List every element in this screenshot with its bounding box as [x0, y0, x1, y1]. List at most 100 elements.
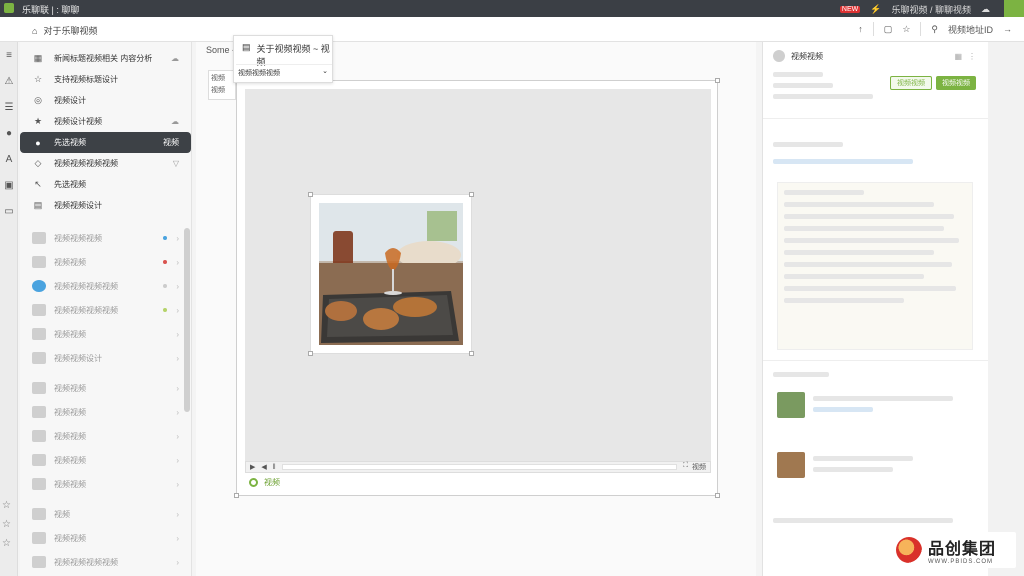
chevron-right-icon: ›	[176, 455, 179, 465]
progress-track[interactable]	[281, 464, 678, 470]
sidebar-group-item[interactable]: 视频视频 ›	[20, 322, 191, 346]
side-option-line: 视频	[211, 75, 225, 82]
drop-icon: ●	[35, 137, 41, 148]
home-icon[interactable]: ⌂	[32, 26, 37, 36]
resize-handle[interactable]	[715, 78, 720, 83]
brand-name: 品创集团	[928, 541, 997, 558]
resize-handle[interactable]	[469, 192, 474, 197]
status-row: 视频	[249, 477, 280, 488]
star-icon[interactable]: ☆	[2, 519, 11, 530]
side-option-line: 视频	[211, 87, 225, 94]
video-id-label[interactable]: 视频地址ID	[948, 23, 993, 36]
folder-icon[interactable]: ▭	[0, 198, 18, 224]
group-item-label: 视频视频	[54, 407, 86, 417]
group-item-label: 视频视频	[54, 479, 86, 489]
brand-logo-icon	[896, 537, 922, 563]
resize-handle[interactable]	[469, 351, 474, 356]
star-icon[interactable]: ☆	[902, 24, 910, 35]
more-link[interactable]	[773, 518, 979, 523]
media-label[interactable]: 视频	[692, 462, 706, 472]
star-icon[interactable]: ☆	[2, 538, 11, 549]
avatar[interactable]	[773, 50, 785, 62]
title-bar-text[interactable]: 乐聊视频 / 聊聊视频	[891, 3, 971, 16]
sidebar-group-item[interactable]: 视频视频视频视频 ›	[20, 274, 191, 298]
sidebar-group-item[interactable]: 视频视频视频视频 ›	[20, 550, 191, 574]
news-thumbnail	[777, 392, 805, 418]
primary-button[interactable]: 视频视频	[936, 76, 976, 90]
star-icon[interactable]: ☆	[2, 500, 11, 511]
card-icon	[32, 382, 46, 394]
cloud-icon[interactable]: ☁	[981, 4, 990, 15]
link-icon[interactable]: ⚲	[931, 24, 938, 35]
corner-logo-icon[interactable]	[1004, 0, 1024, 17]
play-icon[interactable]: ▶	[250, 463, 255, 471]
resize-handle[interactable]	[308, 351, 313, 356]
group-item-label: 视频视频	[54, 329, 86, 339]
sidebar-item-7[interactable]: ▤ 视频视频设计	[20, 195, 191, 216]
tag-icon	[32, 508, 46, 520]
volume-icon[interactable]: ◀	[261, 463, 266, 471]
sidebar-group-item[interactable]: 视频视频 ›	[20, 250, 191, 274]
title-bar: 乐聊联 | : 聊聊 NEW ⚡ 乐聊视频 / 聊聊视频 ☁	[0, 0, 1024, 17]
settings-icon[interactable]: ▦	[954, 52, 962, 61]
image-frame[interactable]	[308, 192, 474, 356]
news-text	[813, 452, 973, 478]
breadcrumb-label[interactable]: 对于乐聊视频	[43, 24, 97, 37]
sidebar-item-3[interactable]: ★ 视频设计视频 ☁	[20, 111, 191, 132]
app-title: 乐聊联 | : 聊聊	[22, 5, 80, 15]
sidebar-group-item[interactable]: 视频视频 ›	[20, 376, 191, 400]
window-icon[interactable]: ▢	[884, 24, 893, 35]
layout-dropdown[interactable]: ▤ 关于视频视频 ~ 视频 视频视频视频 ⌄	[233, 35, 333, 83]
resize-handle[interactable]	[308, 192, 313, 197]
sidebar-group-item[interactable]: 视频视频 ›	[20, 526, 191, 550]
sidebar-item-label: 新闻标题视频相关 内容分析	[54, 54, 153, 63]
secondary-button[interactable]: 视频视频	[890, 76, 932, 90]
sidebar-group-item[interactable]: 视频视频设计 ›	[20, 346, 191, 370]
bolt-icon[interactable]: ⚡	[870, 4, 881, 15]
sidebar-item-label: 视频设计	[54, 96, 86, 105]
side-option-box[interactable]: 视频 视频	[208, 70, 236, 100]
sidebar-item-1[interactable]: ☆ 支持视频标题设计	[20, 69, 191, 90]
sidebar-group-item[interactable]: 视频视频 ›	[20, 472, 191, 496]
sidebar-item-0[interactable]: ▦ 新闻标题视频相关 内容分析 ☁	[20, 48, 191, 69]
text-icon[interactable]: A	[0, 146, 18, 172]
news-item[interactable]	[777, 392, 973, 432]
sidebar-scrollbar[interactable]	[184, 228, 190, 412]
sidebar-group-item[interactable]: 视频视频视频 ›	[20, 226, 191, 250]
sidebar-item-5[interactable]: ◇ 视频视频视频视频 ▽	[20, 153, 191, 174]
news-item[interactable]	[777, 452, 973, 492]
news-thumbnail	[777, 452, 805, 478]
dropdown-select[interactable]: 视频视频视频 ⌄	[236, 64, 332, 80]
status-dot	[163, 260, 167, 264]
group-item-label: 视频	[54, 509, 70, 519]
user-icon[interactable]: ●	[0, 120, 18, 146]
resize-handle[interactable]	[715, 493, 720, 498]
star-fill-icon: ★	[33, 116, 43, 126]
divider	[763, 360, 989, 361]
more-icon[interactable]: ⋮	[968, 52, 976, 61]
sidebar-item-right: 视频	[163, 138, 179, 147]
sidebar-item-label: 视频视频视频视频	[54, 159, 118, 168]
media-controls-right: ⛶ 视频	[683, 462, 710, 472]
food-photo	[319, 203, 463, 345]
warning-icon[interactable]: ⚠	[0, 68, 18, 94]
list-icon[interactable]: ☰	[0, 94, 18, 120]
upload-icon[interactable]: ↑	[858, 24, 863, 34]
status-dot	[163, 284, 167, 288]
sidebar-group-item[interactable]: 视频视频 ›	[20, 400, 191, 424]
pause-icon[interactable]: ‖	[273, 464, 276, 471]
sidebar-group-item[interactable]: 视频视频视频视频 ›	[20, 298, 191, 322]
chevron-right-icon: ›	[176, 431, 179, 441]
sidebar-item-6[interactable]: ↖ 先选视频	[20, 174, 191, 195]
fullscreen-icon[interactable]: ⛶	[683, 462, 688, 472]
menu-icon[interactable]: ≡	[0, 42, 18, 68]
image-icon[interactable]: ▣	[0, 172, 18, 198]
resize-handle[interactable]	[234, 493, 239, 498]
title-bar-right: NEW ⚡ 乐聊视频 / 聊聊视频 ☁	[839, 3, 990, 16]
sidebar-group-item[interactable]: 视频 ›	[20, 502, 191, 526]
sidebar-item-2[interactable]: ◎ 视频设计	[20, 90, 191, 111]
sidebar-group-item[interactable]: 视频视频 ›	[20, 424, 191, 448]
arrow-right-icon[interactable]: →	[1003, 24, 1012, 34]
sidebar-item-active[interactable]: ● 先选视频 视频	[20, 132, 191, 153]
sidebar-group-item[interactable]: 视频视频 ›	[20, 448, 191, 472]
